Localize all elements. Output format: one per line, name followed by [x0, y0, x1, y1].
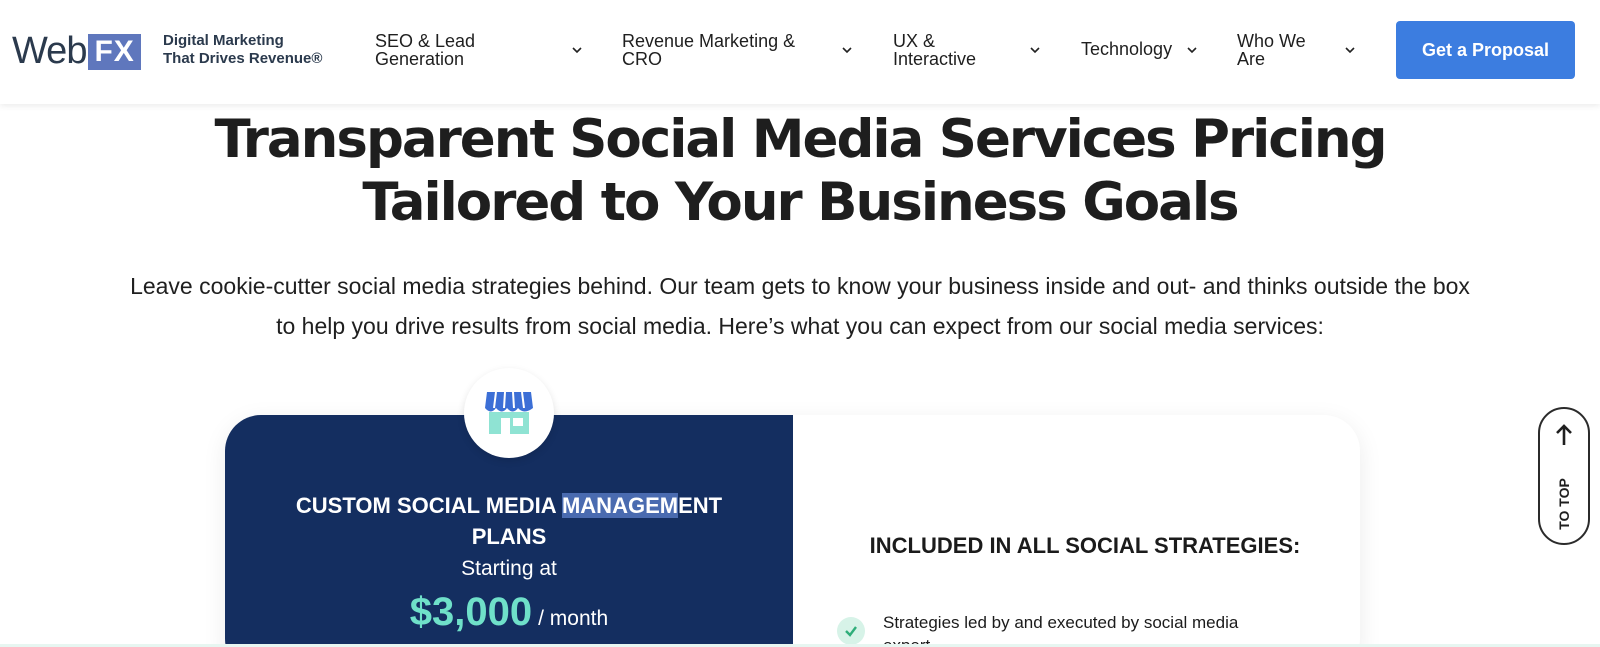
plan-icon-badge — [464, 368, 554, 458]
storefront-icon — [485, 391, 533, 434]
get-a-proposal-button[interactable]: Get a Proposal — [1396, 21, 1575, 79]
logo-web-text: Web — [12, 30, 87, 72]
chevron-down-icon — [842, 47, 852, 54]
lead-line1: Leave cookie-cutter social media strateg… — [130, 273, 1470, 299]
to-top-button[interactable]: TO TOP — [1538, 407, 1590, 545]
nav-revenue-marketing-cro[interactable]: Revenue Marketing & CRO — [622, 32, 857, 68]
tagline-line2: That Drives Revenue® — [163, 50, 323, 67]
webfx-logo[interactable]: Web FX — [12, 30, 141, 73]
logo-fx-badge: FX — [88, 33, 141, 70]
title-line2: Tailored to Your Business Goals — [362, 172, 1239, 233]
selected-text-highlight: MANAGEM — [561, 493, 679, 518]
nav-label: Revenue Marketing & CRO — [622, 31, 796, 69]
nav-label: UX & Interactive — [893, 31, 977, 69]
price-row: $3,000/ month — [225, 590, 793, 635]
page-title: Transparent Social Media Services Pricin… — [0, 108, 1600, 234]
title-line1: Transparent Social Media Services Pricin… — [214, 109, 1387, 170]
nav-who-we-are[interactable]: Who We Are — [1237, 32, 1362, 68]
to-top-label: TO TOP — [1556, 478, 1573, 530]
chevron-down-icon — [572, 47, 582, 54]
starting-at-label: Starting at — [461, 557, 557, 580]
intro-paragraph: Leave cookie-cutter social media strateg… — [40, 266, 1560, 346]
chevron-down-icon — [1187, 47, 1197, 54]
price-value: $3,000 — [409, 590, 533, 634]
nav-label: Technology — [1081, 39, 1173, 59]
nav-label: SEO & Lead Generation — [375, 31, 476, 69]
price-period: / month — [538, 607, 609, 630]
nav-technology[interactable]: Technology — [1081, 40, 1201, 58]
site-header: Web FX Digital Marketing That Drives Rev… — [0, 0, 1600, 104]
feature-item: Strategies led by and executed by social… — [837, 611, 1287, 647]
tagline-line1: Digital Marketing — [163, 32, 284, 49]
tagline: Digital Marketing That Drives Revenue® — [163, 32, 322, 68]
pricing-card: CUSTOM SOCIAL MEDIA MANAGEMENT PLANS Sta… — [225, 415, 1360, 647]
plan-name: CUSTOM SOCIAL MEDIA MANAGEMENT PLANS — [295, 493, 723, 549]
included-title: INCLUDED IN ALL SOCIAL STRATEGIES: — [869, 533, 1301, 558]
chevron-down-icon — [1345, 47, 1355, 54]
arrow-up-icon — [1556, 424, 1572, 445]
chevron-down-icon — [1030, 47, 1040, 54]
nav-ux-interactive[interactable]: UX & Interactive — [893, 32, 1043, 68]
feature-text: Strategies led by and executed by social… — [883, 613, 1239, 647]
check-icon — [837, 617, 865, 645]
nav-seo-lead-generation[interactable]: SEO & Lead Generation — [375, 32, 585, 68]
lead-line2: to help you drive results from social me… — [276, 313, 1324, 339]
nav-label: Who We Are — [1237, 31, 1306, 69]
